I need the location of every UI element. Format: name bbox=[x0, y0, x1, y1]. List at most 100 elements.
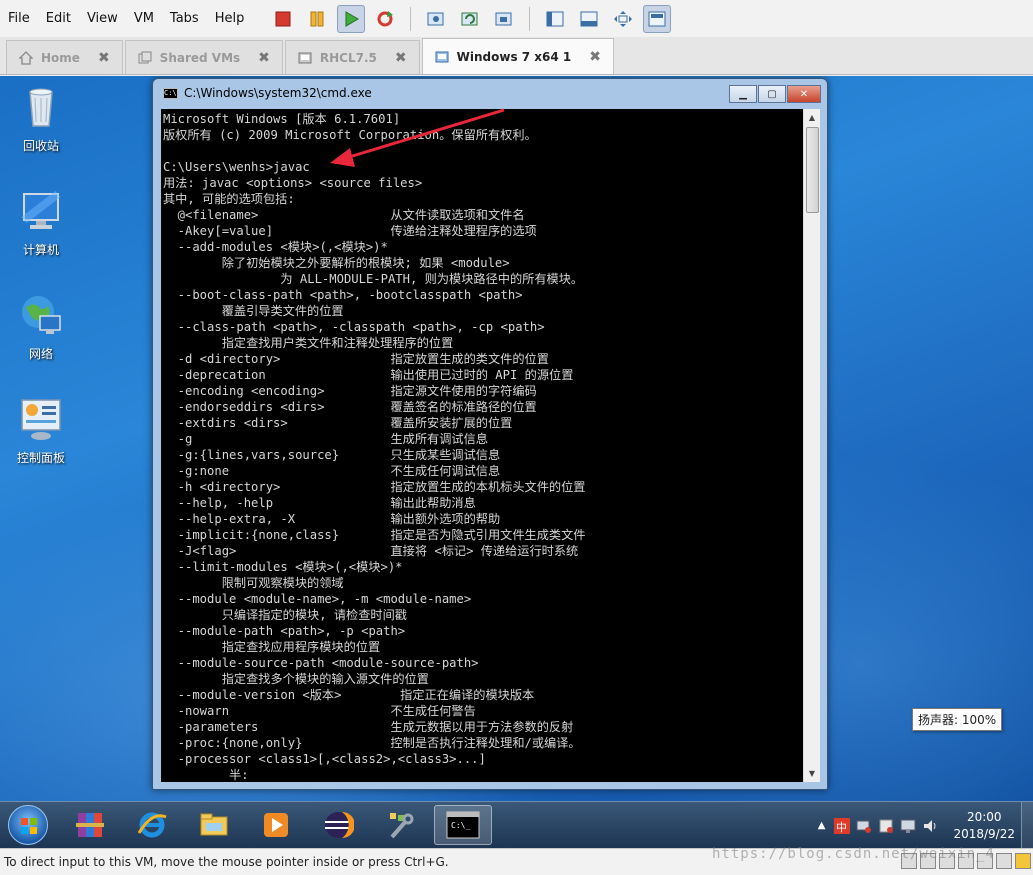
volume-icon[interactable] bbox=[922, 818, 938, 834]
watermark-text: https://blog.csdn.net/weixin_4 bbox=[712, 846, 995, 862]
tab-rhcl[interactable]: RHCL7.5 ✖ bbox=[284, 40, 420, 74]
maximize-button[interactable]: ▢ bbox=[758, 85, 786, 103]
svg-text:C:\_: C:\_ bbox=[451, 821, 470, 830]
tab-label: Windows 7 x64 1 bbox=[456, 49, 572, 64]
desktop-icon-label: 计算机 bbox=[22, 243, 59, 257]
start-button[interactable] bbox=[8, 805, 48, 845]
console-line: Microsoft Windows [版本 6.1.7601] bbox=[163, 112, 401, 126]
control-panel-icon bbox=[21, 399, 61, 440]
console-line: -proc:{none,only} 控制是否执行注释处理和/或编译。 bbox=[163, 736, 581, 750]
eclipse-icon bbox=[325, 812, 354, 838]
restart-icon[interactable] bbox=[371, 5, 399, 33]
console-line: C:\Users\wenhs>javac bbox=[163, 160, 310, 174]
console-output[interactable]: Microsoft Windows [版本 6.1.7601] 版权所有 (c) … bbox=[161, 109, 803, 782]
tab-label: Home bbox=[41, 50, 80, 65]
media-player-icon bbox=[264, 813, 288, 837]
message-icon[interactable] bbox=[1015, 853, 1031, 869]
cmd-titlebar[interactable]: C:\ C:\Windows\system32\cmd.exe bbox=[153, 79, 827, 107]
vertical-scrollbar[interactable]: ▲ ▼ bbox=[803, 109, 820, 782]
scroll-up-icon[interactable]: ▲ bbox=[804, 109, 820, 126]
taskbar-media-player[interactable] bbox=[250, 805, 302, 845]
close-button[interactable]: ✕ bbox=[787, 85, 821, 103]
tools-icon bbox=[390, 813, 414, 839]
tab-home[interactable]: Home ✖ bbox=[6, 40, 123, 74]
taskbar: C:\_ ▲ 中 20:00 2018/9/22 bbox=[0, 801, 1033, 848]
power-off-icon[interactable] bbox=[269, 5, 297, 33]
taskbar-eclipse[interactable] bbox=[312, 805, 364, 845]
console-line: -endorseddirs <dirs> 覆盖签名的标准路径的位置 bbox=[163, 400, 537, 414]
menu-tabs[interactable]: Tabs bbox=[162, 0, 207, 37]
console-line: 指定查找多个模块的输入源文件的位置 bbox=[163, 672, 429, 686]
console-line: --help-extra, -X 输出额外选项的帮助 bbox=[163, 512, 501, 526]
library-icon[interactable] bbox=[541, 5, 569, 33]
close-icon[interactable]: ✖ bbox=[589, 49, 601, 65]
vm-icon bbox=[298, 52, 312, 63]
desktop-icon-recycle-bin[interactable]: 回收站 bbox=[9, 84, 73, 154]
cmd-window[interactable]: C:\ C:\Windows\system32\cmd.exe ▁ ▢ ✕ Mi… bbox=[152, 78, 828, 790]
console-line: -extdirs <dirs> 覆盖所安装扩展的位置 bbox=[163, 416, 513, 430]
menu-vm[interactable]: VM bbox=[126, 0, 162, 37]
console-line: 只编译指定的模块, 请检查时间戳 bbox=[163, 608, 407, 622]
revert-snapshot-icon[interactable] bbox=[456, 5, 484, 33]
console-line: 用法: javac <options> <source files> bbox=[163, 176, 423, 190]
fullscreen-icon[interactable] bbox=[609, 5, 637, 33]
minimize-button[interactable]: ▁ bbox=[729, 85, 757, 103]
console-line: --module <module-name>, -m <module-name> bbox=[163, 592, 472, 606]
close-icon[interactable]: ✖ bbox=[258, 50, 270, 66]
printer-icon[interactable] bbox=[996, 853, 1012, 869]
console-line: --module-version <版本> 指定正在编译的模块版本 bbox=[163, 688, 535, 702]
toolbar-separator bbox=[529, 6, 531, 31]
console-view-icon[interactable] bbox=[575, 5, 603, 33]
suspend-icon[interactable] bbox=[303, 5, 331, 33]
clock-date: 2018/9/22 bbox=[953, 826, 1015, 841]
close-icon[interactable]: ✖ bbox=[395, 50, 407, 66]
taskbar-tools[interactable] bbox=[374, 805, 426, 845]
close-icon[interactable]: ✖ bbox=[98, 50, 110, 66]
taskbar-ie[interactable] bbox=[126, 805, 178, 845]
console-line: 指定查找应用程序模块的位置 bbox=[163, 640, 381, 654]
ime-icon[interactable]: 中 bbox=[834, 817, 851, 834]
menu-view[interactable]: View bbox=[79, 0, 126, 37]
desktop-icon-control-panel[interactable]: 控制面板 bbox=[9, 396, 73, 466]
menu-help[interactable]: Help bbox=[207, 0, 253, 37]
console-line: -deprecation 输出使用已过时的 API 的源位置 bbox=[163, 368, 574, 382]
ie-icon bbox=[137, 812, 167, 838]
clock[interactable]: 20:00 2018/9/22 bbox=[953, 809, 1015, 843]
scroll-down-icon[interactable]: ▼ bbox=[804, 765, 820, 782]
console-line: -nowarn 不生成任何警告 bbox=[163, 704, 476, 718]
guest-desktop[interactable]: 回收站 计算机 网络 控制面板 C:\ C:\Windows\system32\… bbox=[0, 76, 1033, 848]
vm-tabbar: Home ✖ Shared VMs ✖ RHCL7.5 ✖ Windows 7 … bbox=[0, 37, 1033, 75]
show-desktop-button[interactable] bbox=[1021, 802, 1033, 848]
menu-edit[interactable]: Edit bbox=[38, 0, 79, 37]
show-hidden-icons-icon[interactable]: ▲ bbox=[818, 820, 826, 831]
tab-windows7[interactable]: Windows 7 x64 1 ✖ bbox=[421, 38, 614, 74]
taskbar-explorer[interactable] bbox=[188, 805, 240, 845]
console-line: -d <directory> 指定放置生成的类文件的位置 bbox=[163, 352, 549, 366]
console-line: 除了初始模块之外要解析的根模块; 如果 <module> bbox=[163, 256, 510, 270]
taskbar-cmd[interactable]: C:\_ bbox=[434, 805, 492, 845]
console-line: -processor <class1>[,<class2>,<class3>..… bbox=[163, 752, 486, 766]
snapshot-icon[interactable] bbox=[422, 5, 450, 33]
desktop-icon-computer[interactable]: 计算机 bbox=[9, 188, 73, 258]
console-line: -Akey[=value] 传递给注释处理程序的选项 bbox=[163, 224, 537, 238]
cmd-icon: C:\_ bbox=[446, 811, 480, 839]
display-icon[interactable] bbox=[900, 818, 916, 834]
desktop-icon-network[interactable]: 网络 bbox=[9, 292, 73, 362]
network-icon bbox=[22, 296, 61, 334]
console-line: -g:{lines,vars,source} 只生成某些调试信息 bbox=[163, 448, 501, 462]
console-line: -h <directory> 指定放置生成的本机标头文件的位置 bbox=[163, 480, 586, 494]
taskbar-winrar[interactable] bbox=[64, 805, 116, 845]
console-line: -parameters 生成元数据以用于方法参数的反射 bbox=[163, 720, 574, 734]
snapshot-manager-icon[interactable] bbox=[490, 5, 518, 33]
menu-file[interactable]: File bbox=[0, 0, 38, 37]
tab-shared-vms[interactable]: Shared VMs ✖ bbox=[124, 40, 283, 74]
shared-vms-icon bbox=[138, 51, 152, 63]
system-tray: ▲ 中 20:00 2018/9/22 bbox=[818, 802, 1015, 848]
volume-tooltip: 扬声器: 100% bbox=[912, 708, 1003, 731]
unity-icon[interactable] bbox=[643, 4, 672, 33]
power-on-icon[interactable] bbox=[337, 4, 366, 33]
network-status-icon[interactable] bbox=[856, 818, 872, 834]
action-center-icon[interactable] bbox=[878, 818, 894, 834]
scroll-thumb[interactable] bbox=[806, 127, 819, 213]
